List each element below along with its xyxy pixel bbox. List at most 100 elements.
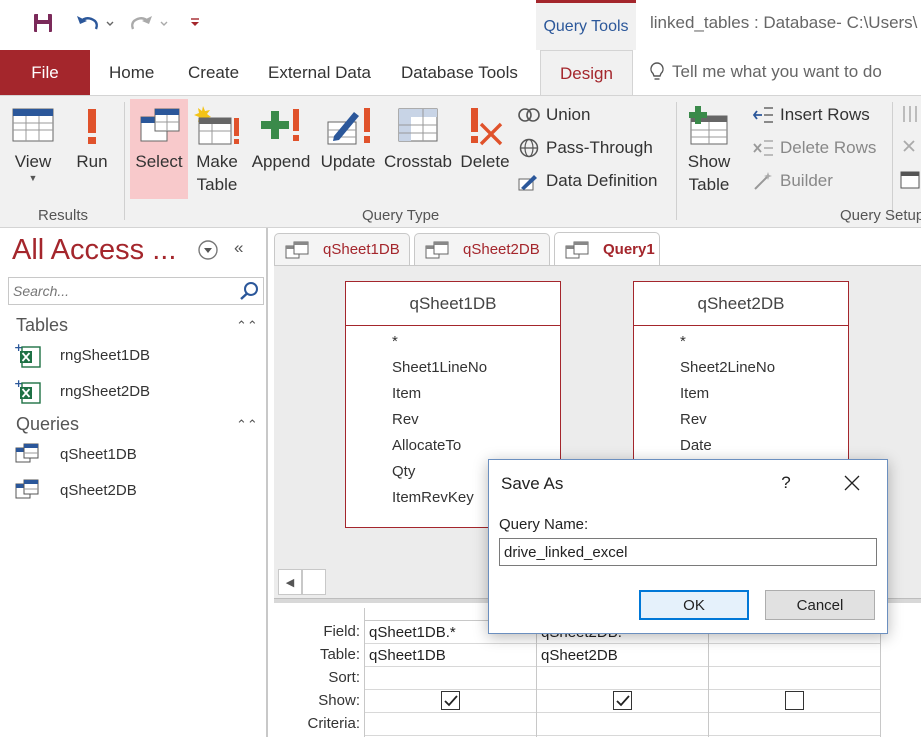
nav-section-queries[interactable]: Queries [16,414,79,435]
undo-icon[interactable] [72,10,116,36]
customize-qat-icon[interactable] [186,10,204,36]
grid-cell-sort[interactable] [365,667,537,690]
field-list-item[interactable]: Rev [634,406,848,432]
help-button[interactable]: ? [771,466,801,500]
results-group-label: Results [38,207,89,224]
nav-item-rngsheet1db[interactable]: + rngSheet1DB [14,341,150,369]
grid-cell-table[interactable] [709,644,881,667]
update-button[interactable]: Update [318,100,378,173]
nav-item-qsheet2db[interactable]: qSheet2DB [14,476,137,504]
update-pencil-icon [324,100,372,150]
field-list-item[interactable]: Item [634,380,848,406]
grid-cell-sort[interactable] [709,667,881,690]
query-type-group-label: Query Type [362,207,440,224]
scroll-left-icon[interactable]: ◀ [278,569,302,595]
navigation-pane: All Access ... « Tables ⌃⌃ + rngSheet1DB… [0,228,268,737]
field-list-item[interactable]: Sheet2LineNo [634,354,848,380]
group-separator [892,102,893,220]
query-icon [14,478,40,502]
doc-tab-qsheet1db[interactable]: qSheet1DB [274,233,410,265]
select-query-button[interactable]: Select [130,99,188,199]
query-setup-group-label: Query Setup [840,207,921,224]
close-icon[interactable] [835,466,869,500]
show-checkbox[interactable] [441,691,460,710]
tab-external-data[interactable]: External Data [268,50,371,95]
builder-button[interactable]: Builder [752,170,833,192]
crosstab-button[interactable]: Crosstab [382,100,454,173]
tab-create[interactable]: Create [188,50,239,95]
nav-pane-title[interactable]: All Access ... [12,234,176,267]
shutter-bar-close-icon[interactable]: « [234,238,243,258]
field-list-item[interactable]: Rev [346,406,560,432]
nav-section-tables[interactable]: Tables [16,315,68,336]
grid-cell-criteria[interactable] [709,713,881,736]
show-checkbox[interactable] [613,691,632,710]
tell-me-box[interactable]: Tell me what you want to do [648,61,882,83]
data-definition-button[interactable]: Data Definition [518,170,658,192]
group-separator [676,102,677,220]
scroll-thumb[interactable] [302,569,326,595]
grid-cell-table[interactable]: qSheet2DB [537,644,709,667]
delete-rows-button[interactable]: Delete Rows [752,137,876,159]
field-list-item[interactable]: Sheet1LineNo [346,354,560,380]
field-list-item[interactable]: * [634,328,848,354]
collapse-queries-icon[interactable]: ⌃⌃ [236,417,258,433]
globe-icon [518,137,540,159]
linked-excel-table-icon: + [14,377,41,404]
insert-rows-label: Insert Rows [780,105,870,124]
title-bar: Query Tools linked_tables : Database- C:… [0,0,921,50]
search-icon[interactable] [239,281,259,304]
ok-button[interactable]: OK [639,590,749,620]
tab-file[interactable]: File [0,50,90,95]
query-name-label: Query Name: [499,516,589,533]
make-table-button[interactable]: Make Table [190,100,244,196]
view-dropdown-icon[interactable]: ▼ [29,173,38,183]
field-list-title[interactable]: qSheet1DB [346,282,560,326]
query-name-input[interactable] [499,538,877,566]
show-checkbox[interactable] [785,691,804,710]
grid-cell-table[interactable]: qSheet1DB [365,644,537,667]
row-label-criteria: Criteria: [307,715,360,732]
linked-excel-table-icon: + [14,341,41,368]
union-button[interactable]: Union [518,104,590,126]
delete-rows-label: Delete Rows [780,138,877,157]
collapse-tables-icon[interactable]: ⌃⌃ [236,318,258,334]
run-button[interactable]: Run [72,100,112,173]
append-button[interactable]: Append [248,100,314,173]
return-icon[interactable] [900,170,920,190]
insert-rows-icon [752,104,774,126]
union-label: Union [546,105,591,124]
delete-columns-icon[interactable] [900,137,920,157]
nav-search-input[interactable] [9,278,235,304]
field-list-item[interactable]: Item [346,380,560,406]
pass-through-button[interactable]: Pass-Through [518,137,653,159]
cancel-button[interactable]: Cancel [765,590,875,620]
delete-label: Delete [460,152,510,171]
group-separator [124,102,125,220]
tab-database-tools[interactable]: Database Tools [401,50,518,95]
field-list-item[interactable]: * [346,328,560,354]
redo-icon[interactable] [124,10,170,36]
grid-cell-criteria[interactable] [537,713,709,736]
nav-item-rngsheet2db[interactable]: + rngSheet2DB [14,377,150,405]
field-list-item[interactable]: Date [634,432,848,458]
view-label: View [14,152,52,171]
save-icon[interactable] [30,10,56,36]
doc-tab-query1[interactable]: Query1 [554,232,660,266]
nav-menu-dropdown-icon[interactable] [198,240,218,263]
field-list-item[interactable]: AllocateTo [346,432,560,458]
show-table-button[interactable]: Show Table [684,100,734,196]
insert-rows-button[interactable]: Insert Rows [752,104,870,126]
tab-design[interactable]: Design [540,50,633,96]
doc-tab-qsheet2db[interactable]: qSheet2DB [414,233,550,265]
grid-cell-sort[interactable] [537,667,709,690]
show-table-label-2: Table [688,175,730,194]
nav-item-qsheet1db[interactable]: qSheet1DB [14,440,137,468]
field-list-title[interactable]: qSheet2DB [634,282,848,326]
delete-query-button[interactable]: Delete [458,100,512,173]
run-label: Run [76,152,108,171]
insert-columns-icon[interactable] [900,104,920,124]
tab-home[interactable]: Home [109,50,154,95]
grid-cell-criteria[interactable] [365,713,537,736]
view-button[interactable]: View ▼ [10,100,56,183]
